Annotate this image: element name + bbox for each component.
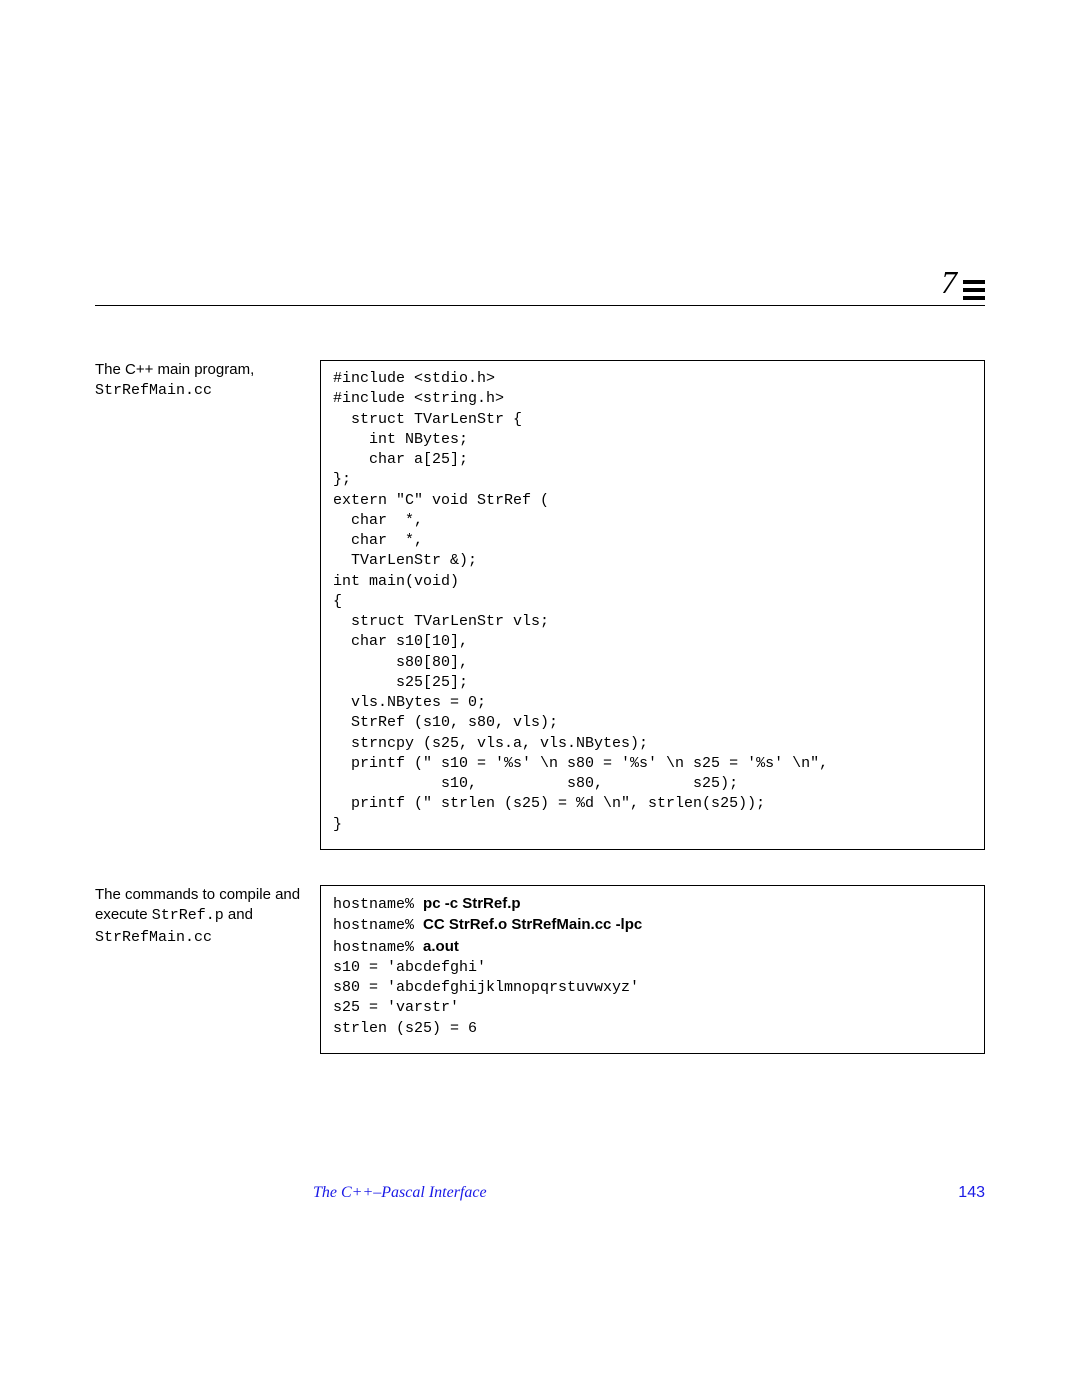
compile-execute-block: The commands to compile and execute StrR…: [95, 885, 985, 1054]
menu-icon: [963, 280, 985, 300]
page: 7 The C++ main program, StrRefMain.cc #i…: [0, 0, 1080, 1397]
block2-caption: The commands to compile and execute StrR…: [95, 885, 320, 948]
caption-text-b: and: [224, 906, 253, 923]
caption-filename-a: StrRef.p: [152, 907, 224, 924]
page-footer: The C++–Pascal Interface 143: [95, 1184, 985, 1202]
block1-code-box: #include <stdio.h> #include <string.h> s…: [320, 360, 985, 850]
caption-filename: StrRefMain.cc: [95, 382, 212, 399]
caption-filename-b: StrRefMain.cc: [95, 929, 212, 946]
block1-caption: The C++ main program, StrRefMain.cc: [95, 360, 320, 402]
cpp-main-program-block: The C++ main program, StrRefMain.cc #inc…: [95, 360, 985, 850]
caption-text: The C++ main program,: [95, 361, 254, 378]
page-header: 7: [95, 275, 985, 306]
block2-code-box: hostname% pc -c StrRef.p hostname% CC St…: [320, 885, 985, 1054]
chapter-number: 7: [941, 264, 957, 301]
page-number: 143: [958, 1184, 985, 1202]
terminal-output: hostname% pc -c StrRef.p hostname% CC St…: [333, 894, 974, 1039]
footer-title: The C++–Pascal Interface: [313, 1184, 487, 1202]
cpp-code: #include <stdio.h> #include <string.h> s…: [333, 369, 974, 835]
